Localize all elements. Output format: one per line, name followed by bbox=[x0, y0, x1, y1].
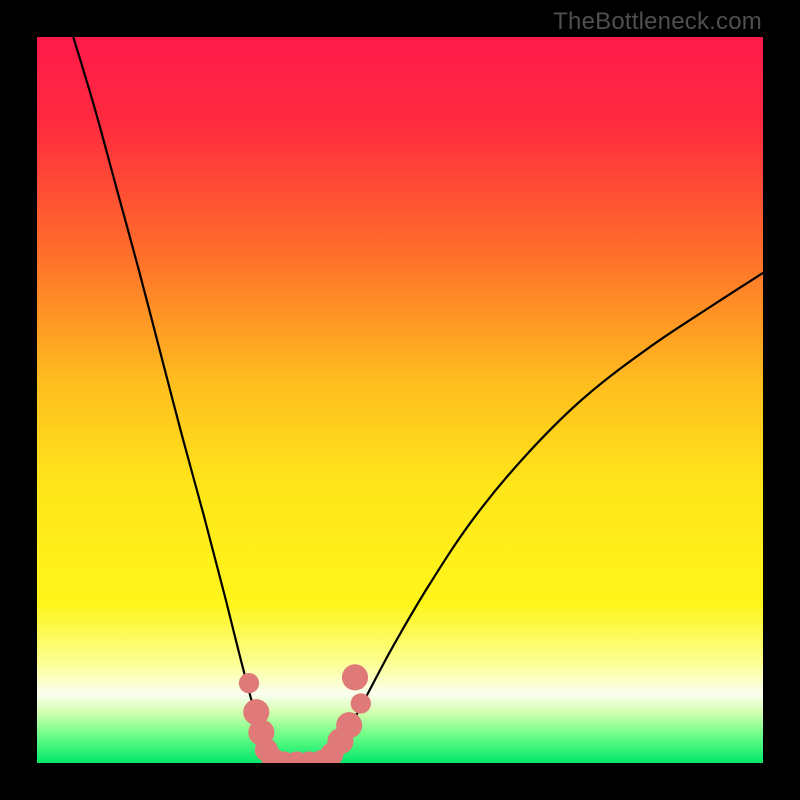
gradient-background bbox=[37, 37, 763, 763]
marker-point bbox=[336, 712, 362, 738]
outer-frame: TheBottleneck.com bbox=[0, 0, 800, 800]
plot-area bbox=[37, 37, 763, 763]
bottleneck-chart bbox=[37, 37, 763, 763]
watermark-text: TheBottleneck.com bbox=[553, 8, 762, 36]
marker-point bbox=[342, 664, 368, 690]
marker-point bbox=[239, 673, 259, 693]
marker-point bbox=[351, 693, 371, 713]
